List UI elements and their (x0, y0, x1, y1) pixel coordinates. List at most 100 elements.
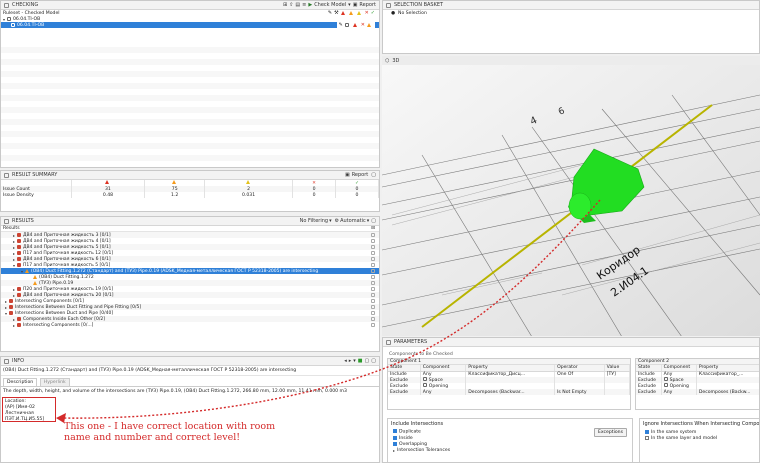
exceptions-button[interactable]: Exceptions (593, 427, 627, 437)
info-box2-icon[interactable]: ▢ (371, 358, 376, 364)
row-action-icon[interactable] (371, 275, 375, 279)
component2-table[interactable]: State Component Property Include Any Классиф… (636, 365, 759, 395)
row-action-icon[interactable] (371, 317, 375, 321)
results-title: RESULTS (12, 218, 34, 224)
result-label: Intersections Between Duct Fitting and P… (15, 304, 142, 310)
tab-description[interactable]: Description (3, 378, 38, 386)
issue-status-icon (17, 287, 21, 291)
rejected-filter-icon[interactable]: ✕ (365, 10, 369, 16)
space-icon (422, 377, 427, 381)
upload-icon[interactable]: ⇧ (289, 2, 293, 8)
mode-dropdown[interactable]: Automatic (340, 218, 366, 224)
issue-status-icon (17, 293, 21, 297)
inside-checkbox[interactable] (393, 436, 397, 440)
tree-child-row[interactable]: 06.04.TI-OB ✎ ✕ (1, 22, 379, 28)
row-action-icon[interactable] (371, 287, 375, 291)
table-row[interactable]: Exclude Any Decomposes (Backw... (636, 389, 759, 395)
row-action-icon[interactable] (371, 299, 375, 303)
ignore-title: Ignore Intersections When Intersecting C… (643, 421, 760, 427)
row-action-icon[interactable] (371, 251, 375, 255)
cell-text: Any (422, 389, 432, 395)
issue-status-icon (17, 257, 21, 261)
filter-dropdown[interactable]: No Filtering (300, 218, 329, 224)
duplicate-checkbox[interactable] (393, 429, 397, 434)
row-action-icon[interactable] (371, 269, 375, 273)
ignore-opt2-row[interactable]: In the same layer and model (643, 435, 757, 441)
chart-icon[interactable]: ▤ (295, 2, 300, 8)
edit-icon[interactable]: ✎ (328, 10, 332, 16)
component1-table[interactable]: State Component Property Operator Value Incl… (388, 365, 631, 395)
report-icon[interactable]: ▣ (353, 2, 358, 8)
view-3d-canvas[interactable]: 4 6 Коридор 2.И04.1 (382, 65, 760, 336)
same-system-checkbox[interactable] (645, 430, 649, 434)
same-layer-checkbox[interactable] (645, 436, 649, 440)
tolerance-row[interactable]: ▸ Intersection Tolerances (391, 447, 629, 453)
summary-report-icon[interactable]: ▣ (345, 172, 350, 178)
overlapping-checkbox[interactable] (393, 442, 397, 446)
row-action-icon[interactable] (371, 233, 375, 237)
issue-status-icon (17, 251, 21, 255)
summary-report-button[interactable]: Report (352, 172, 369, 178)
row-action-icon[interactable] (371, 311, 375, 315)
cell-text: Exclude (390, 377, 408, 383)
next-icon[interactable]: ▸ (349, 358, 352, 364)
result-label: Intersecting Components [0/1] (15, 298, 84, 304)
cell-text: Include (638, 371, 655, 377)
mode-chevron-icon[interactable]: ▾ (367, 218, 370, 224)
filter-chevron-icon[interactable]: ▾ (329, 218, 332, 224)
minor-filter-icon[interactable] (356, 11, 361, 15)
info-description: The depth, width, height, and volume of … (1, 386, 379, 396)
view-3d-title: 3D (392, 57, 400, 64)
result-row[interactable]: ▸ Intersecting Components [0/...] (1, 322, 379, 328)
row-action-icon[interactable] (371, 245, 375, 249)
critical-filter-icon[interactable] (340, 11, 345, 15)
chevron-down-icon[interactable]: ▾ (348, 2, 351, 8)
info-chevron-icon[interactable]: ▾ (353, 358, 356, 364)
table-row[interactable]: Exclude Any Decomposes (Backwar... Is Not E… (388, 389, 631, 395)
cell-text: Any (663, 389, 673, 395)
tool-icon[interactable]: ⚒ (334, 10, 338, 16)
major-filter-icon[interactable] (348, 11, 353, 15)
table-cell: Decomposes (Backwar... (465, 389, 556, 395)
collapse-icon[interactable]: ⊟ (371, 226, 375, 231)
row-action-icon[interactable] (371, 257, 375, 261)
issue-status-icon (9, 311, 13, 315)
row-action-icon[interactable] (371, 323, 375, 327)
info-flag-icon[interactable]: ■ (358, 358, 363, 364)
view-3d[interactable]: ⬡ 3D 4 6 Коридор 2.И04.1 (382, 56, 760, 336)
report-button[interactable]: Report (359, 2, 376, 8)
warning-icon (25, 269, 29, 273)
selection-basket-title: SELECTION BASKET (394, 2, 444, 8)
summary-close-icon[interactable]: ▢ (371, 172, 376, 178)
row-action-icon[interactable] (371, 263, 375, 267)
info-title: INFO (12, 358, 25, 364)
row-box-icon[interactable] (344, 23, 349, 27)
row-action-icon[interactable] (371, 305, 375, 309)
row-action-icon[interactable] (371, 281, 375, 285)
run-icon[interactable]: ▶ (308, 2, 312, 8)
summary-table: ✕ ✓ Issue Count 31 75 2 0 0 Issue Densit… (1, 180, 379, 198)
issue-status-icon (9, 305, 13, 309)
parameters-icon (386, 339, 391, 345)
component2-box: Component 2 State Component Property Inclu… (635, 358, 759, 410)
gear-icon[interactable]: ⚙ (335, 218, 339, 224)
accepted-filter-icon[interactable]: ✓ (371, 10, 375, 16)
prev-icon[interactable]: ◂ (344, 358, 347, 364)
row-edit-icon[interactable]: ✎ (339, 22, 343, 28)
tree-icon[interactable]: ⊞ (283, 2, 287, 8)
summary-icon (4, 172, 9, 178)
info-box-icon[interactable]: ▢ (365, 358, 370, 364)
check-model-button[interactable]: Check Model (314, 2, 346, 8)
summary-label: Issue Density (1, 192, 72, 198)
result-label: П17 and Приточная жидкость 12 [0/1] (23, 250, 114, 256)
list-icon[interactable]: ≡ (302, 2, 306, 8)
tab-hyperlink[interactable]: Hyperlink (39, 378, 70, 386)
row-action-icon[interactable] (371, 293, 375, 297)
row-action-icon[interactable] (371, 239, 375, 243)
result-summary-panel: RESULT SUMMARY ▣ Report ▢ ✕ ✓ Issue Coun… (0, 170, 380, 212)
location-line: Лестничная ПЭТ.И.ТЦ.И5.55] (5, 411, 45, 422)
summary-row-density: Issue Density 0.48 1.2 0.031 0 0 (1, 192, 379, 198)
results-close-icon[interactable]: ▢ (371, 218, 376, 224)
result-label: ДВ4 and Приточная жидкость 5 [0/1] (23, 244, 111, 250)
cell-text: Opening (428, 384, 449, 389)
